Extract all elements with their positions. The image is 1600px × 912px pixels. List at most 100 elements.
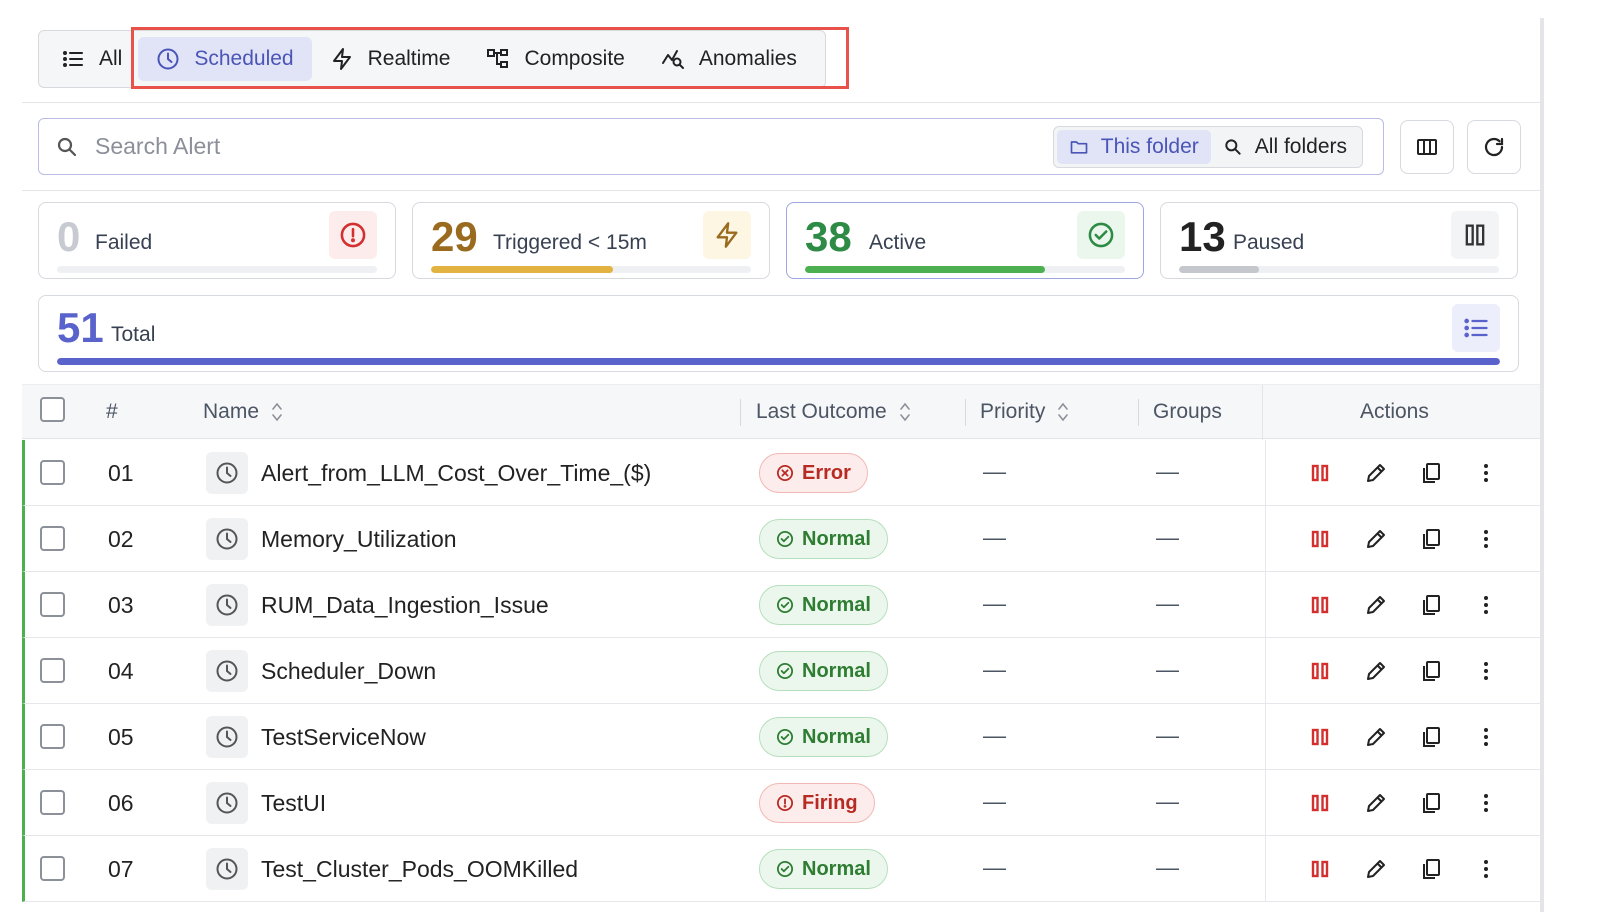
clock-icon: [157, 48, 179, 70]
column-header-name[interactable]: Name: [203, 400, 283, 424]
clock-icon: [216, 528, 238, 550]
edit-button[interactable]: [1363, 592, 1389, 618]
duplicate-button[interactable]: [1418, 592, 1444, 618]
clock-icon: [216, 792, 238, 814]
priority-value: —: [983, 854, 1006, 880]
more-options-button[interactable]: [1473, 526, 1499, 552]
table-row[interactable]: 06 TestUI Firing — —: [22, 770, 1540, 836]
table-row[interactable]: 07 Test_Cluster_Pods_OOMKilled Normal — —: [22, 836, 1540, 902]
alert-name[interactable]: RUM_Data_Ingestion_Issue: [261, 592, 549, 619]
alert-name[interactable]: Scheduler_Down: [261, 658, 436, 685]
pause-button[interactable]: [1307, 658, 1333, 684]
pause-button[interactable]: [1307, 460, 1333, 486]
status-badge: Firing: [759, 783, 875, 823]
table-row[interactable]: 02 Memory_Utilization Normal — —: [22, 506, 1540, 572]
more-options-button[interactable]: [1473, 856, 1499, 882]
check-circle-icon: [776, 662, 794, 680]
stat-card-triggered[interactable]: 29 Triggered < 15m: [412, 202, 770, 279]
table-row[interactable]: 04 Scheduler_Down Normal — —: [22, 638, 1540, 704]
clock-icon: [216, 660, 238, 682]
duplicate-button[interactable]: [1418, 790, 1444, 816]
tab-all[interactable]: All: [49, 37, 124, 81]
duplicate-button[interactable]: [1418, 460, 1444, 486]
select-all-checkbox[interactable]: [40, 397, 65, 422]
duplicate-button[interactable]: [1418, 658, 1444, 684]
column-divider: [1138, 399, 1139, 426]
row-checkbox[interactable]: [40, 856, 65, 881]
status-badge: Normal: [759, 717, 888, 757]
tab-anomalies[interactable]: Anomalies: [643, 37, 815, 81]
edit-button[interactable]: [1363, 526, 1389, 552]
copy-icon: [1423, 859, 1440, 879]
edit-button[interactable]: [1363, 460, 1389, 486]
row-checkbox[interactable]: [40, 724, 65, 749]
duplicate-button[interactable]: [1418, 856, 1444, 882]
stat-card-active[interactable]: 38 Active: [786, 202, 1144, 279]
check-circle-icon: [776, 728, 794, 746]
status-badge: Normal: [759, 651, 888, 691]
check-circle-icon: [776, 530, 794, 548]
row-checkbox[interactable]: [40, 526, 65, 551]
all-folders-button[interactable]: All folders: [1211, 130, 1359, 164]
duplicate-button[interactable]: [1418, 526, 1444, 552]
edit-button[interactable]: [1363, 658, 1389, 684]
columns-button[interactable]: [1400, 120, 1454, 174]
this-folder-label: This folder: [1100, 135, 1199, 158]
alert-name[interactable]: TestUI: [261, 790, 326, 817]
alert-name[interactable]: Memory_Utilization: [261, 526, 457, 553]
alert-name[interactable]: TestServiceNow: [261, 724, 426, 751]
this-folder-button[interactable]: This folder: [1056, 130, 1211, 164]
edit-button[interactable]: [1363, 724, 1389, 750]
lightning-icon: [332, 48, 351, 70]
column-header-groups: Groups: [1153, 400, 1222, 424]
pause-button[interactable]: [1307, 856, 1333, 882]
tab-scheduled[interactable]: Scheduled: [138, 37, 312, 81]
stat-card-total[interactable]: 51 Total: [38, 295, 1519, 372]
edit-button[interactable]: [1363, 856, 1389, 882]
scheduled-type-icon-box: [206, 452, 248, 494]
paused-icon-box: [1451, 211, 1499, 259]
paused-count: 13: [1179, 213, 1226, 260]
alert-name[interactable]: Test_Cluster_Pods_OOMKilled: [261, 856, 578, 883]
table-row[interactable]: 03 RUM_Data_Ingestion_Issue Normal — —: [22, 572, 1540, 638]
more-options-button[interactable]: [1473, 790, 1499, 816]
divider: [22, 102, 1540, 103]
failed-label: Failed: [95, 231, 153, 254]
more-options-button[interactable]: [1473, 592, 1499, 618]
edit-button[interactable]: [1363, 790, 1389, 816]
more-options-button[interactable]: [1473, 724, 1499, 750]
scheduled-type-icon-box: [206, 584, 248, 626]
stat-card-paused[interactable]: 13 Paused: [1160, 202, 1518, 279]
tab-scheduled-label: Scheduled: [194, 47, 294, 70]
pause-button[interactable]: [1307, 724, 1333, 750]
sort-icon: [272, 402, 282, 422]
duplicate-button[interactable]: [1418, 724, 1444, 750]
table-row[interactable]: 01 Alert_from_LLM_Cost_Over_Time_($) Error…: [22, 440, 1540, 506]
row-checkbox[interactable]: [40, 790, 65, 815]
more-options-button[interactable]: [1473, 460, 1499, 486]
tab-realtime[interactable]: Realtime: [312, 37, 469, 81]
triggered-label: Triggered < 15m: [493, 231, 647, 254]
search-input[interactable]: [95, 133, 995, 160]
refresh-button[interactable]: [1467, 120, 1521, 174]
row-checkbox[interactable]: [40, 658, 65, 683]
columns-icon: [1417, 139, 1437, 155]
column-header-priority[interactable]: Priority: [980, 400, 1069, 424]
row-checkbox[interactable]: [40, 592, 65, 617]
pause-button[interactable]: [1307, 526, 1333, 552]
more-options-button[interactable]: [1473, 658, 1499, 684]
row-checkbox[interactable]: [40, 460, 65, 485]
priority-value: —: [983, 788, 1006, 814]
pause-button[interactable]: [1307, 790, 1333, 816]
column-header-last-outcome[interactable]: Last Outcome: [756, 400, 911, 424]
scheduled-type-icon-box: [206, 518, 248, 560]
pencil-icon: [1367, 464, 1385, 482]
pause-button[interactable]: [1307, 592, 1333, 618]
pencil-icon: [1367, 530, 1385, 548]
row-number: 06: [108, 790, 134, 816]
alert-name[interactable]: Alert_from_LLM_Cost_Over_Time_($): [261, 460, 651, 487]
table-row[interactable]: 05 TestServiceNow Normal — —: [22, 704, 1540, 770]
tab-composite[interactable]: Composite: [468, 37, 642, 81]
groups-value: —: [1156, 458, 1179, 484]
stat-card-failed[interactable]: 0 Failed: [38, 202, 396, 279]
